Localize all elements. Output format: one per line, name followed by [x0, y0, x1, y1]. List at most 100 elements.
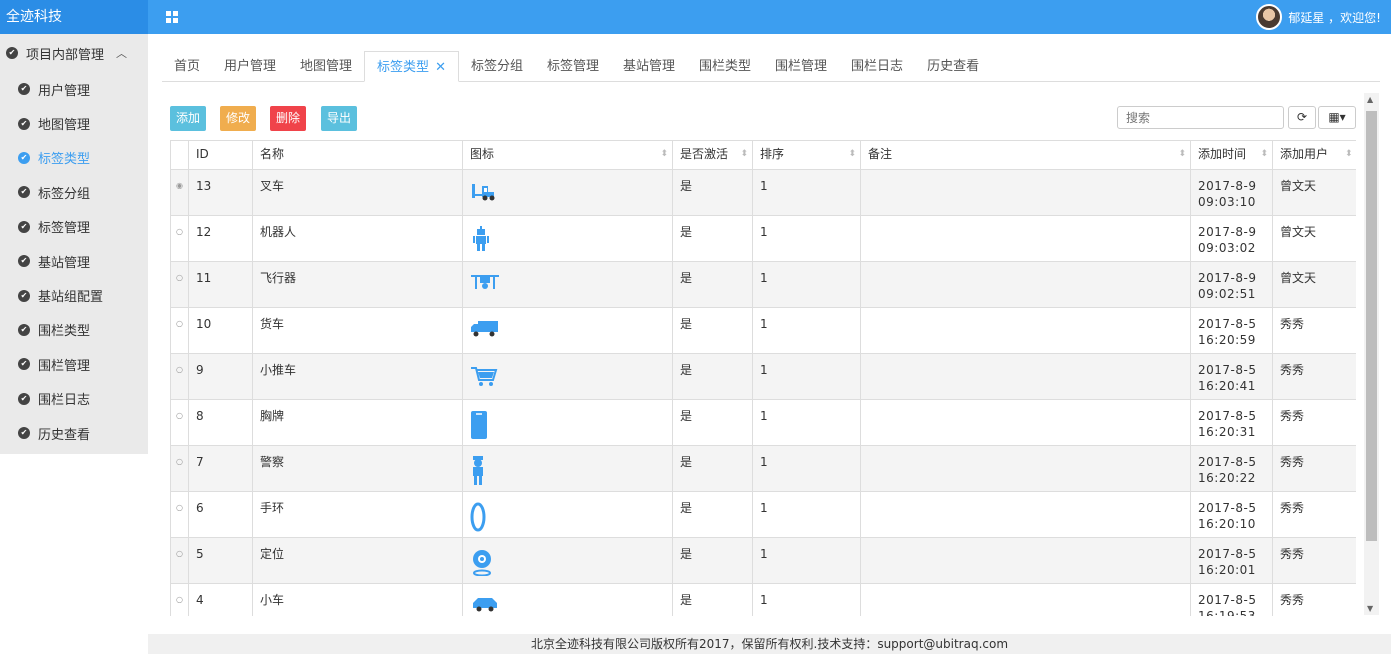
cell-order: 1 [752, 445, 861, 492]
table-row[interactable]: ○ 5 定位 是 1 2017-8-5 16:20:01 秀秀 [170, 537, 1356, 584]
tab[interactable]: 围栏类型 [687, 51, 763, 82]
cell-icon [462, 583, 673, 617]
tab[interactable]: 标签类型 ✕ [364, 51, 459, 82]
car-icon [470, 594, 500, 617]
cell-id: 13 [188, 169, 253, 216]
columns-toggle-icon[interactable]: ▦▾ [1318, 106, 1356, 129]
tab[interactable]: 标签分组 [459, 51, 535, 82]
sidebar-item[interactable]: ✔ 围栏类型 [0, 313, 148, 347]
row-radio[interactable]: ○ [170, 215, 189, 262]
check-circle-icon: ✔ [6, 47, 18, 59]
row-radio[interactable]: ○ [170, 399, 189, 446]
cell-time: 2017-8-5 16:20:01 [1190, 537, 1273, 584]
cell-user: 秀秀 [1272, 445, 1356, 492]
column-header[interactable]: 备注 ⬍ [860, 141, 1191, 170]
edit-button[interactable]: 修改 [220, 106, 257, 131]
tab[interactable]: 历史查看 [915, 51, 991, 82]
cell-active: 是 [672, 491, 753, 538]
delete-button[interactable]: 删除 [270, 106, 307, 131]
row-radio[interactable]: ○ [170, 307, 189, 354]
row-radio[interactable]: ○ [170, 537, 189, 584]
tab[interactable]: 首页 [162, 51, 212, 82]
column-header-label: 名称 [260, 147, 285, 161]
refresh-icon[interactable]: ⟳ [1288, 106, 1316, 129]
table-row[interactable]: ○ 9 小推车 是 1 2017-8-5 16:20:41 秀秀 [170, 353, 1356, 400]
tab-label: 用户管理 [224, 59, 277, 74]
check-circle-icon: ✔ [18, 117, 30, 130]
table-row[interactable]: ◉ 13 叉车 是 1 2017-8-9 09:03:10 曾文天 [170, 169, 1356, 216]
table-row[interactable]: ○ 8 胸牌 是 1 2017-8-5 16:20:31 秀秀 [170, 399, 1356, 446]
grid-menu-icon[interactable] [166, 11, 178, 23]
tab[interactable]: 用户管理 [212, 51, 288, 82]
sidebar-item[interactable]: ✔ 基站组配置 [0, 278, 148, 312]
cell-user: 秀秀 [1272, 537, 1356, 584]
column-header[interactable]: 是否激活 ⬍ [672, 141, 753, 170]
row-radio[interactable]: ◉ [170, 169, 189, 216]
cell-user: 秀秀 [1272, 583, 1356, 616]
scroll-up-icon[interactable]: ▲ [1367, 95, 1373, 104]
sort-icon: ⬍ [1260, 149, 1268, 159]
table-row[interactable]: ○ 7 警察 是 1 2017-8-5 16:20:22 秀秀 [170, 445, 1356, 492]
search-input[interactable] [1117, 106, 1284, 129]
user-greeting: 郁延星 ，欢迎您! [1288, 10, 1381, 25]
sidebar-item[interactable]: ✔ 围栏管理 [0, 347, 148, 381]
table-row[interactable]: ○ 11 飞行器 是 1 2017-8-9 09:02:51 曾文天 [170, 261, 1356, 308]
tab[interactable]: 基站管理 [611, 51, 687, 82]
row-radio[interactable]: ○ [170, 583, 189, 616]
column-header[interactable]: 排序 ⬍ [752, 141, 861, 170]
tab[interactable]: 地图管理 [288, 51, 364, 82]
sidebar-item[interactable]: ✔ 历史查看 [0, 416, 148, 450]
column-header[interactable]: 添加用户 ⬍ [1272, 141, 1356, 170]
close-icon[interactable]: ✕ [435, 60, 446, 75]
sidebar-item[interactable]: ✔ 标签分组 [0, 175, 148, 209]
sidebar-item[interactable]: ✔ 标签类型 [0, 141, 148, 175]
column-header[interactable]: 图标 ⬍ [462, 141, 673, 170]
add-button[interactable]: 添加 [170, 106, 207, 131]
sidebar-item[interactable]: ✔ 用户管理 [0, 72, 148, 106]
column-header-label: 添加用户 [1280, 147, 1329, 161]
cell-id: 6 [188, 491, 253, 538]
cell-active: 是 [672, 261, 753, 308]
badge-icon [470, 410, 488, 444]
cell-icon [462, 445, 673, 492]
row-radio[interactable]: ○ [170, 491, 189, 538]
scroll-down-icon[interactable]: ▼ [1367, 604, 1373, 613]
cell-time: 2017-8-5 16:19:53 [1190, 583, 1273, 616]
cell-icon [462, 537, 673, 584]
sidebar-group-header[interactable]: ✔ 项目内部管理 ︿ [0, 34, 148, 72]
tab[interactable]: 围栏日志 [839, 51, 915, 82]
sidebar-item-label: 基站组配置 [38, 290, 104, 306]
column-header[interactable]: 名称 [252, 141, 463, 170]
table-scrollbar[interactable]: ▲ ▼ [1364, 93, 1379, 615]
column-header[interactable]: ID [188, 141, 253, 170]
table-row[interactable]: ○ 10 货车 是 1 2017-8-5 16:20:59 秀秀 [170, 307, 1356, 354]
row-radio[interactable]: ○ [170, 445, 189, 492]
table-row[interactable]: ○ 12 机器人 是 1 2017-8-9 09:03:02 曾文天 [170, 215, 1356, 262]
table-row[interactable]: ○ 6 手环 是 1 2017-8-5 16:20:10 秀秀 [170, 491, 1356, 538]
scroll-thumb[interactable] [1366, 111, 1377, 541]
row-radio[interactable]: ○ [170, 261, 189, 308]
tab[interactable]: 标签管理 [535, 51, 611, 82]
sidebar-item[interactable]: ✔ 基站管理 [0, 244, 148, 278]
cell-icon [462, 169, 673, 216]
sidebar-item[interactable]: ✔ 地图管理 [0, 106, 148, 140]
user-menu[interactable]: 郁延星 ，欢迎您! [1256, 0, 1381, 34]
tab[interactable]: 围栏管理 [763, 51, 839, 82]
check-circle-icon: ✔ [18, 255, 30, 268]
sidebar-item[interactable]: ✔ 标签管理 [0, 210, 148, 244]
cell-name: 小车 [252, 583, 463, 616]
sidebar-item[interactable]: ✔ 围栏日志 [0, 382, 148, 416]
row-radio[interactable]: ○ [170, 353, 189, 400]
cell-order: 1 [752, 537, 861, 584]
column-header[interactable]: 添加时间 ⬍ [1190, 141, 1273, 170]
cell-name: 叉车 [252, 169, 463, 216]
truck-icon [470, 318, 500, 342]
table-row[interactable]: ○ 4 小车 是 1 2017-8-5 16:19:53 秀秀 [170, 583, 1356, 617]
sort-icon: ⬍ [660, 149, 668, 159]
cell-id: 12 [188, 215, 253, 262]
cell-order: 1 [752, 491, 861, 538]
cell-user: 曾文天 [1272, 261, 1356, 308]
cell-user: 秀秀 [1272, 491, 1356, 538]
export-button[interactable]: 导出 [321, 106, 358, 131]
cell-user: 秀秀 [1272, 353, 1356, 400]
